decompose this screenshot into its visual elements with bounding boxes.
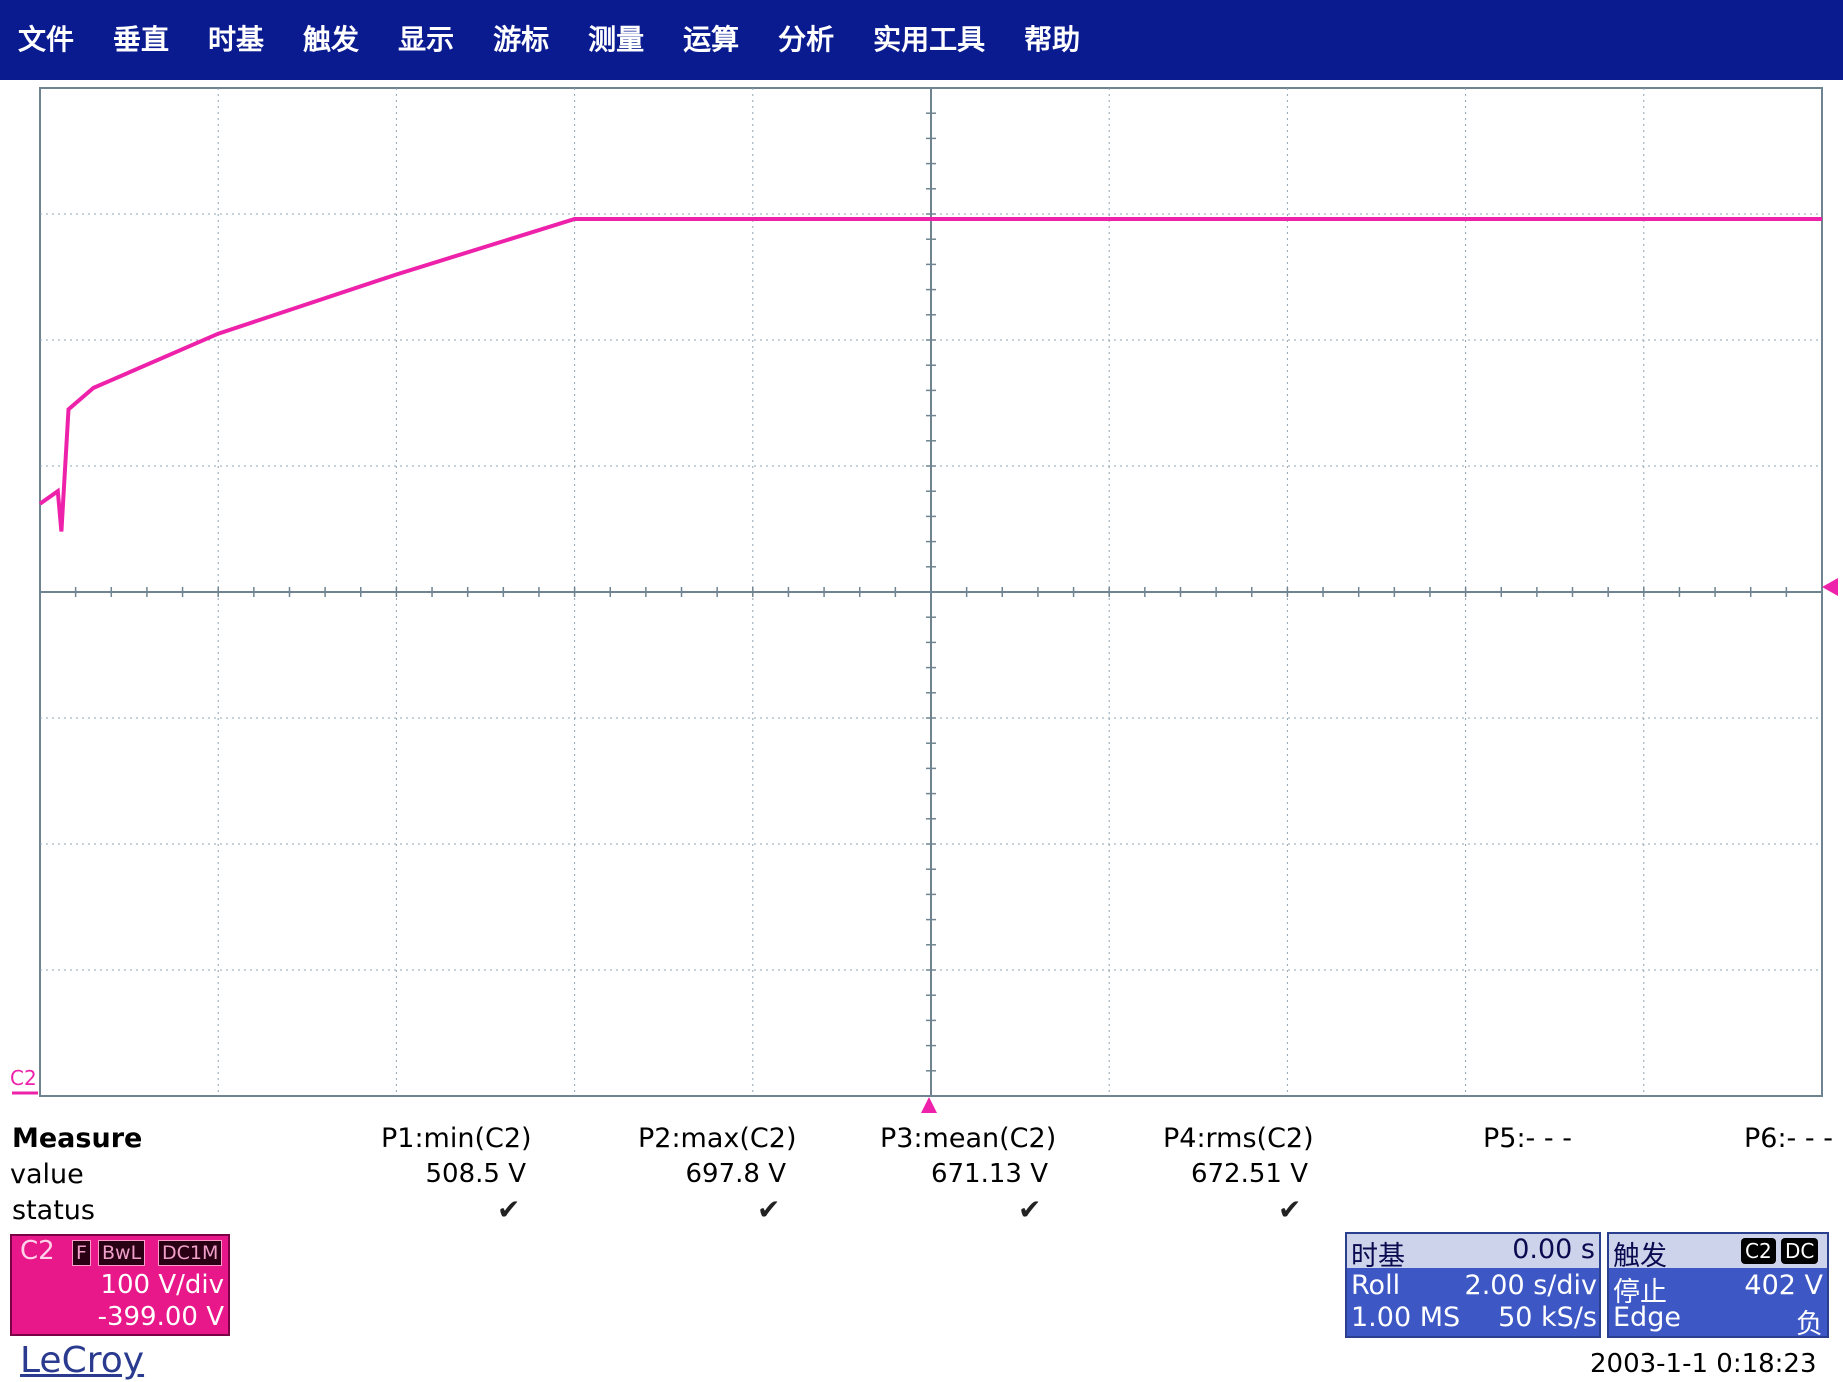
measure-param-p4[interactable]: P4:rms(C2)	[1163, 1123, 1314, 1154]
measure-value-p3: 671.13 V	[930, 1159, 1048, 1189]
menu-cursors[interactable]: 游标	[474, 0, 569, 80]
c2-ground-marker[interactable]: C2	[10, 1066, 37, 1090]
measure-status-p2-check-icon: ✔	[757, 1193, 781, 1226]
timebase-panel[interactable]: 时基 0.00 s Roll 2.00 s/div 1.00 MS 50 kS/…	[1345, 1232, 1601, 1338]
timebase-title: 时基	[1351, 1241, 1405, 1272]
menu-display[interactable]: 显示	[379, 0, 474, 80]
menu-trigger[interactable]: 触发	[284, 0, 379, 80]
trigger-slope: 负	[1796, 1309, 1823, 1338]
menu-measure[interactable]: 测量	[569, 0, 664, 80]
lecroy-logo: LeCroy	[20, 1340, 145, 1381]
measure-param-p2[interactable]: P2:max(C2)	[638, 1123, 796, 1154]
menu-math[interactable]: 运算	[664, 0, 759, 80]
trigger-tag-source: C2	[1741, 1238, 1776, 1264]
measure-param-p1[interactable]: P1:min(C2)	[381, 1123, 532, 1154]
measure-row-status-label: status	[12, 1195, 95, 1226]
measure-param-p3[interactable]: P3:mean(C2)	[880, 1123, 1056, 1154]
channel-tag-filter: F	[72, 1240, 91, 1266]
menu-bar: 文件 垂直 时基 触发 显示 游标 测量 运算 分析 实用工具 帮助	[0, 0, 1843, 80]
measure-param-p5[interactable]: P5:- - -	[1483, 1123, 1572, 1154]
measure-header: Measure	[12, 1123, 143, 1154]
timebase-rate: 50 kS/s	[1498, 1302, 1597, 1333]
channel-tag-bwl: BwL	[98, 1240, 146, 1266]
measure-param-p6[interactable]: P6:- - -	[1744, 1123, 1833, 1154]
trigger-panel[interactable]: 触发 C2 DC 停止 402 V Edge 负	[1607, 1232, 1829, 1338]
menu-analysis[interactable]: 分析	[759, 0, 854, 80]
measure-value-p4: 672.51 V	[1190, 1159, 1308, 1189]
waveform-display[interactable]: C2	[0, 80, 1843, 1120]
trigger-time-marker[interactable]	[921, 1097, 937, 1113]
menu-utilities[interactable]: 实用工具	[854, 0, 1005, 80]
datetime-stamp: 2003-1-1 0:18:23	[1590, 1349, 1817, 1379]
menu-timebase[interactable]: 时基	[189, 0, 284, 80]
channel-vdiv: 100 V/div	[100, 1270, 224, 1300]
measure-row-value-label: value	[10, 1159, 84, 1190]
measure-status-p1-check-icon: ✔	[497, 1193, 521, 1226]
timebase-mode: Roll	[1351, 1270, 1401, 1301]
trigger-level: 402 V	[1744, 1270, 1823, 1301]
channel-offset: -399.00 V	[97, 1302, 224, 1332]
trigger-title: 触发	[1613, 1241, 1667, 1272]
trigger-tag-coupling: DC	[1781, 1238, 1819, 1264]
measure-status-p3-check-icon: ✔	[1018, 1193, 1042, 1226]
menu-help[interactable]: 帮助	[1005, 0, 1100, 80]
timebase-delay: 0.00 s	[1512, 1234, 1595, 1265]
menu-vertical[interactable]: 垂直	[94, 0, 189, 80]
menu-file[interactable]: 文件	[0, 0, 94, 80]
channel-c2-descriptor[interactable]: C2 F BwL DC1M 100 V/div -399.00 V	[10, 1234, 230, 1336]
measure-value-p1: 508.5 V	[425, 1159, 526, 1189]
channel-name: C2	[20, 1236, 55, 1266]
trigger-type: Edge	[1613, 1302, 1681, 1333]
measure-value-p2: 697.8 V	[685, 1159, 786, 1189]
timebase-tdiv: 2.00 s/div	[1464, 1270, 1597, 1301]
measure-status-p4-check-icon: ✔	[1278, 1193, 1302, 1226]
trigger-level-marker[interactable]	[1822, 578, 1838, 596]
channel-tag-coupling: DC1M	[158, 1240, 223, 1266]
timebase-samples: 1.00 MS	[1351, 1302, 1461, 1333]
